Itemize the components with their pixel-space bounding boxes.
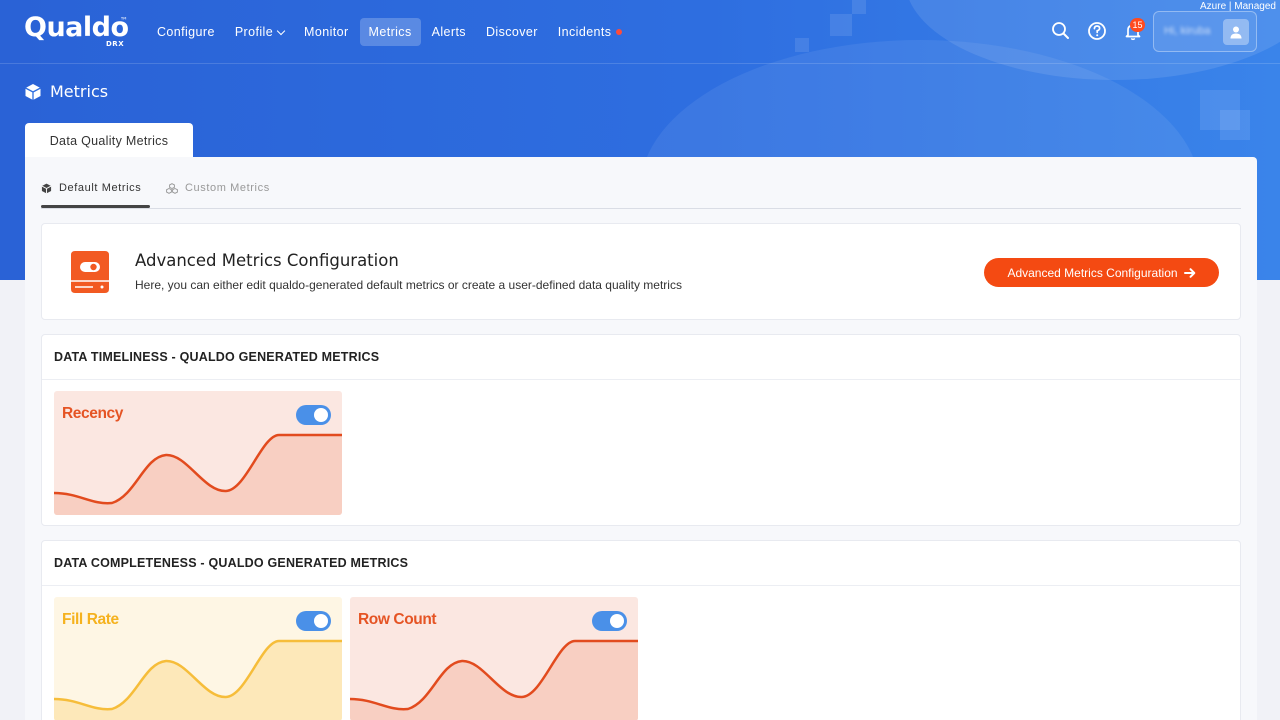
section-title: DATA TIMELINESS - QUALDO GENERATED METRI… bbox=[42, 335, 1240, 380]
completeness-section: DATA COMPLETENESS - QUALDO GENERATED MET… bbox=[41, 540, 1241, 720]
cubes-icon bbox=[166, 182, 178, 194]
metric-toggle[interactable] bbox=[592, 611, 627, 631]
tab-custom-metrics[interactable]: Custom Metrics bbox=[166, 182, 270, 194]
nav-profile[interactable]: Profile bbox=[226, 18, 293, 46]
nav-monitor[interactable]: Monitor bbox=[295, 18, 357, 46]
metric-toggle[interactable] bbox=[296, 611, 331, 631]
user-icon bbox=[1230, 26, 1242, 39]
notification-count-badge: 15 bbox=[1130, 18, 1145, 32]
help-icon[interactable] bbox=[1086, 20, 1108, 42]
cube-icon bbox=[41, 183, 52, 193]
section-title: DATA COMPLETENESS - QUALDO GENERATED MET… bbox=[42, 541, 1240, 586]
cube-icon bbox=[25, 83, 41, 100]
advanced-config-card: Advanced Metrics Configuration Here, you… bbox=[41, 223, 1241, 320]
advanced-config-title: Advanced Metrics Configuration bbox=[135, 251, 399, 270]
page-title: Metrics bbox=[24, 82, 108, 101]
user-greeting: Hi, kiruba bbox=[1164, 25, 1211, 37]
incident-indicator-dot bbox=[616, 29, 623, 35]
main-nav: Configure Profile Monitor Metrics Alerts… bbox=[148, 18, 631, 46]
advanced-metrics-configuration-button[interactable]: Advanced Metrics Configuration bbox=[984, 258, 1219, 287]
metric-card-fill-rate[interactable]: Fill Rate bbox=[54, 597, 342, 720]
tab-data-quality-metrics[interactable]: Data Quality Metrics bbox=[25, 123, 193, 158]
metrics-panel: Default Metrics Custom Metrics Advanced … bbox=[25, 157, 1257, 720]
active-tab-indicator bbox=[41, 205, 150, 208]
search-icon[interactable] bbox=[1050, 20, 1072, 42]
advanced-config-description: Here, you can either edit qualdo-generat… bbox=[135, 278, 682, 292]
metric-toggle[interactable] bbox=[296, 405, 331, 425]
metric-name: Recency bbox=[62, 405, 123, 422]
chevron-down-icon bbox=[276, 26, 286, 35]
tab-default-metrics[interactable]: Default Metrics bbox=[41, 182, 141, 194]
subtab-bar: Default Metrics Custom Metrics bbox=[41, 175, 1241, 209]
nav-metrics[interactable]: Metrics bbox=[359, 18, 421, 46]
hard-drive-icon bbox=[71, 251, 109, 293]
nav-discover[interactable]: Discover bbox=[477, 18, 547, 46]
arrow-right-icon bbox=[1183, 267, 1195, 278]
metric-name: Row Count bbox=[358, 611, 437, 628]
nav-configure[interactable]: Configure bbox=[148, 18, 224, 46]
top-navbar: Azure | Managed Qualdo ™ DRX Configure P… bbox=[0, 0, 1280, 64]
nav-alerts[interactable]: Alerts bbox=[423, 18, 475, 46]
nav-incidents[interactable]: Incidents bbox=[549, 18, 632, 46]
qualdo-logo[interactable]: Qualdo ™ DRX bbox=[24, 12, 129, 48]
timeliness-section: DATA TIMELINESS - QUALDO GENERATED METRI… bbox=[41, 334, 1241, 526]
avatar bbox=[1223, 19, 1249, 45]
metric-name: Fill Rate bbox=[62, 611, 119, 628]
user-menu[interactable]: Hi, kiruba bbox=[1153, 11, 1257, 52]
metric-card-recency[interactable]: Recency bbox=[54, 391, 342, 515]
metric-card-row-count[interactable]: Row Count bbox=[350, 597, 638, 720]
